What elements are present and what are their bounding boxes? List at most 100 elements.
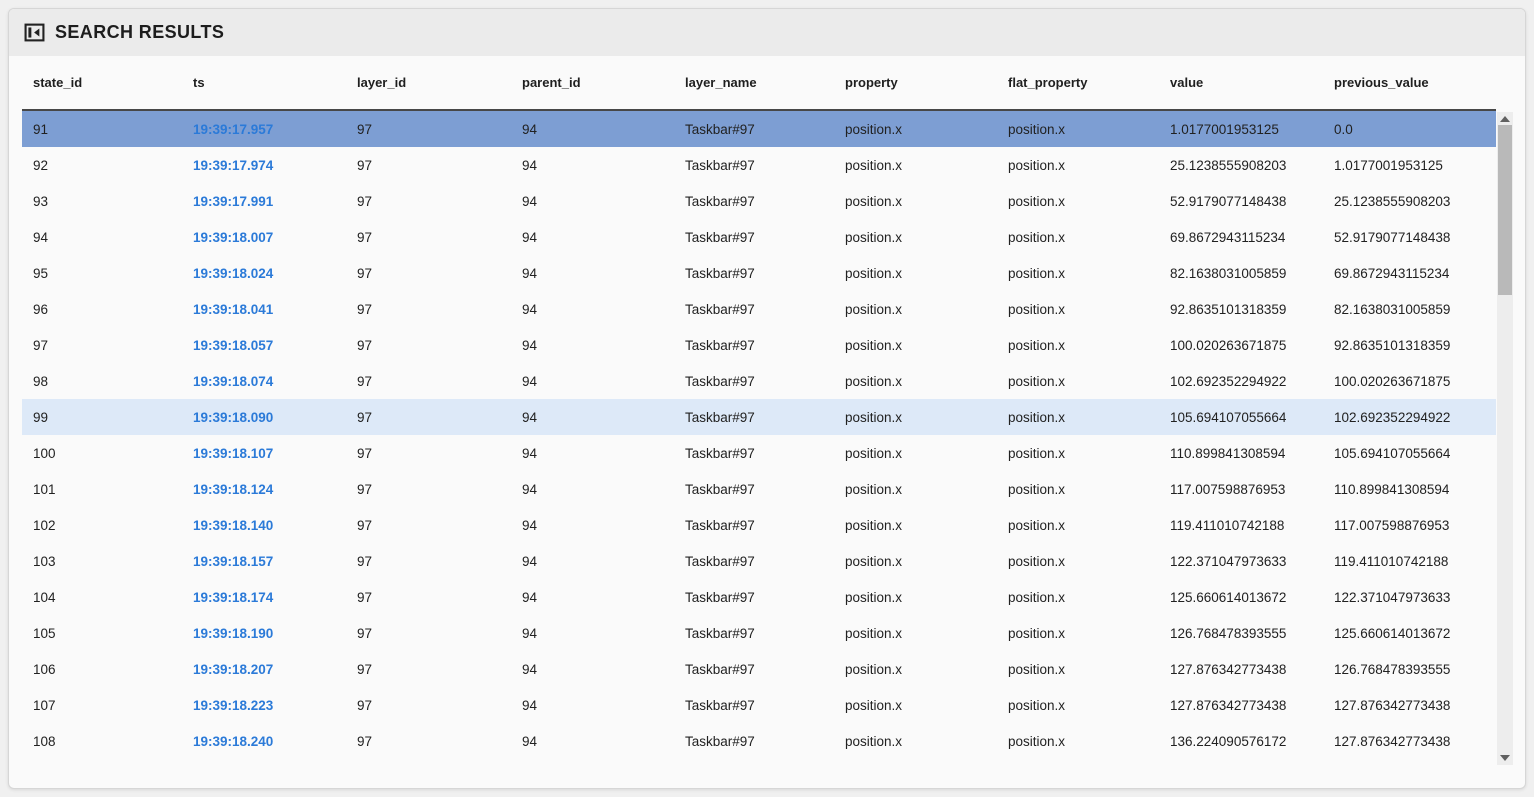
cell-ts: 19:39:18.074 bbox=[182, 374, 346, 389]
cell-previous_value: 0.0 bbox=[1323, 122, 1496, 137]
table-row[interactable]: 10219:39:18.1409794Taskbar#97position.xp… bbox=[22, 507, 1496, 543]
cell-flat_property: position.x bbox=[997, 482, 1159, 497]
cell-layer_id: 97 bbox=[346, 230, 511, 245]
table-row[interactable]: 10019:39:18.1079794Taskbar#97position.xp… bbox=[22, 435, 1496, 471]
cell-flat_property: position.x bbox=[997, 374, 1159, 389]
ts-link[interactable]: 19:39:18.024 bbox=[193, 266, 273, 281]
ts-link[interactable]: 19:39:18.174 bbox=[193, 590, 273, 605]
scrollbar-thumb[interactable] bbox=[1498, 125, 1512, 295]
ts-link[interactable]: 19:39:18.240 bbox=[193, 734, 273, 749]
cell-previous_value: 102.692352294922 bbox=[1323, 410, 1496, 425]
cell-state_id: 100 bbox=[22, 446, 182, 461]
cell-value: 100.020263671875 bbox=[1159, 338, 1323, 353]
table-row[interactable]: 10519:39:18.1909794Taskbar#97position.xp… bbox=[22, 615, 1496, 651]
table-row[interactable]: 9419:39:18.0079794Taskbar#97position.xpo… bbox=[22, 219, 1496, 255]
ts-link[interactable]: 19:39:17.991 bbox=[193, 194, 273, 209]
cell-previous_value: 105.694107055664 bbox=[1323, 446, 1496, 461]
table-row[interactable]: 10119:39:18.1249794Taskbar#97position.xp… bbox=[22, 471, 1496, 507]
cell-value: 102.692352294922 bbox=[1159, 374, 1323, 389]
table-row[interactable]: 9719:39:18.0579794Taskbar#97position.xpo… bbox=[22, 327, 1496, 363]
ts-link[interactable]: 19:39:18.041 bbox=[193, 302, 273, 317]
table-row[interactable]: 9619:39:18.0419794Taskbar#97position.xpo… bbox=[22, 291, 1496, 327]
table-row[interactable]: 9219:39:17.9749794Taskbar#97position.xpo… bbox=[22, 147, 1496, 183]
cell-previous_value: 119.411010742188 bbox=[1323, 554, 1496, 569]
ts-link[interactable]: 19:39:18.157 bbox=[193, 554, 273, 569]
cell-previous_value: 25.1238555908203 bbox=[1323, 194, 1496, 209]
cell-flat_property: position.x bbox=[997, 266, 1159, 281]
ts-link[interactable]: 19:39:17.974 bbox=[193, 158, 273, 173]
cell-layer_name: Taskbar#97 bbox=[674, 338, 834, 353]
ts-link[interactable]: 19:39:18.074 bbox=[193, 374, 273, 389]
cell-ts: 19:39:18.090 bbox=[182, 410, 346, 425]
cell-layer_name: Taskbar#97 bbox=[674, 626, 834, 641]
cell-layer_name: Taskbar#97 bbox=[674, 698, 834, 713]
table-row[interactable]: 9819:39:18.0749794Taskbar#97position.xpo… bbox=[22, 363, 1496, 399]
cell-property: position.x bbox=[834, 122, 997, 137]
panel-title: SEARCH RESULTS bbox=[55, 22, 224, 43]
scroll-down-icon[interactable] bbox=[1497, 751, 1513, 765]
ts-link[interactable]: 19:39:18.007 bbox=[193, 230, 273, 245]
ts-link[interactable]: 19:39:18.223 bbox=[193, 698, 273, 713]
cell-layer_name: Taskbar#97 bbox=[674, 158, 834, 173]
cell-state_id: 101 bbox=[22, 482, 182, 497]
cell-layer_name: Taskbar#97 bbox=[674, 374, 834, 389]
cell-layer_id: 97 bbox=[346, 122, 511, 137]
cell-parent_id: 94 bbox=[511, 266, 674, 281]
table-row[interactable]: 9519:39:18.0249794Taskbar#97position.xpo… bbox=[22, 255, 1496, 291]
cell-layer_id: 97 bbox=[346, 266, 511, 281]
cell-flat_property: position.x bbox=[997, 698, 1159, 713]
table-header-row: state_idtslayer_idparent_idlayer_namepro… bbox=[22, 56, 1496, 111]
ts-link[interactable]: 19:39:18.107 bbox=[193, 446, 273, 461]
cell-flat_property: position.x bbox=[997, 446, 1159, 461]
cell-layer_name: Taskbar#97 bbox=[674, 194, 834, 209]
cell-parent_id: 94 bbox=[511, 338, 674, 353]
cell-value: 127.876342773438 bbox=[1159, 698, 1323, 713]
scroll-up-icon[interactable] bbox=[1497, 112, 1513, 126]
cell-parent_id: 94 bbox=[511, 698, 674, 713]
cell-state_id: 92 bbox=[22, 158, 182, 173]
cell-layer_name: Taskbar#97 bbox=[674, 230, 834, 245]
cell-value: 126.768478393555 bbox=[1159, 626, 1323, 641]
cell-layer_name: Taskbar#97 bbox=[674, 302, 834, 317]
cell-value: 82.1638031005859 bbox=[1159, 266, 1323, 281]
cell-previous_value: 127.876342773438 bbox=[1323, 734, 1496, 749]
cell-property: position.x bbox=[834, 374, 997, 389]
cell-parent_id: 94 bbox=[511, 446, 674, 461]
vertical-scrollbar[interactable] bbox=[1497, 112, 1513, 765]
cell-previous_value: 117.007598876953 bbox=[1323, 518, 1496, 533]
table-row[interactable]: 10819:39:18.2409794Taskbar#97position.xp… bbox=[22, 723, 1496, 759]
table-row[interactable]: 9919:39:18.0909794Taskbar#97position.xpo… bbox=[22, 399, 1496, 435]
cell-property: position.x bbox=[834, 302, 997, 317]
cell-ts: 19:39:18.240 bbox=[182, 734, 346, 749]
ts-link[interactable]: 19:39:18.207 bbox=[193, 662, 273, 677]
table-row[interactable]: 9319:39:17.9919794Taskbar#97position.xpo… bbox=[22, 183, 1496, 219]
cell-flat_property: position.x bbox=[997, 518, 1159, 533]
cell-state_id: 96 bbox=[22, 302, 182, 317]
cell-layer_id: 97 bbox=[346, 698, 511, 713]
cell-value: 69.8672943115234 bbox=[1159, 230, 1323, 245]
cell-layer_id: 97 bbox=[346, 410, 511, 425]
table-row[interactable]: 10619:39:18.2079794Taskbar#97position.xp… bbox=[22, 651, 1496, 687]
ts-link[interactable]: 19:39:18.124 bbox=[193, 482, 273, 497]
cell-property: position.x bbox=[834, 518, 997, 533]
ts-link[interactable]: 19:39:18.057 bbox=[193, 338, 273, 353]
cell-property: position.x bbox=[834, 662, 997, 677]
ts-link[interactable]: 19:39:18.190 bbox=[193, 626, 273, 641]
cell-property: position.x bbox=[834, 338, 997, 353]
cell-parent_id: 94 bbox=[511, 518, 674, 533]
ts-link[interactable]: 19:39:18.140 bbox=[193, 518, 273, 533]
cell-ts: 19:39:18.157 bbox=[182, 554, 346, 569]
dock-panel-left-icon[interactable] bbox=[23, 22, 45, 44]
cell-layer_id: 97 bbox=[346, 446, 511, 461]
cell-value: 125.660614013672 bbox=[1159, 590, 1323, 605]
cell-state_id: 97 bbox=[22, 338, 182, 353]
table-row[interactable]: 10419:39:18.1749794Taskbar#97position.xp… bbox=[22, 579, 1496, 615]
ts-link[interactable]: 19:39:17.957 bbox=[193, 122, 273, 137]
ts-link[interactable]: 19:39:18.090 bbox=[193, 410, 273, 425]
cell-layer_id: 97 bbox=[346, 626, 511, 641]
table-row[interactable]: 9119:39:17.9579794Taskbar#97position.xpo… bbox=[22, 111, 1496, 147]
cell-previous_value: 1.0177001953125 bbox=[1323, 158, 1496, 173]
table-row[interactable]: 10319:39:18.1579794Taskbar#97position.xp… bbox=[22, 543, 1496, 579]
cell-previous_value: 52.9179077148438 bbox=[1323, 230, 1496, 245]
table-row[interactable]: 10719:39:18.2239794Taskbar#97position.xp… bbox=[22, 687, 1496, 723]
